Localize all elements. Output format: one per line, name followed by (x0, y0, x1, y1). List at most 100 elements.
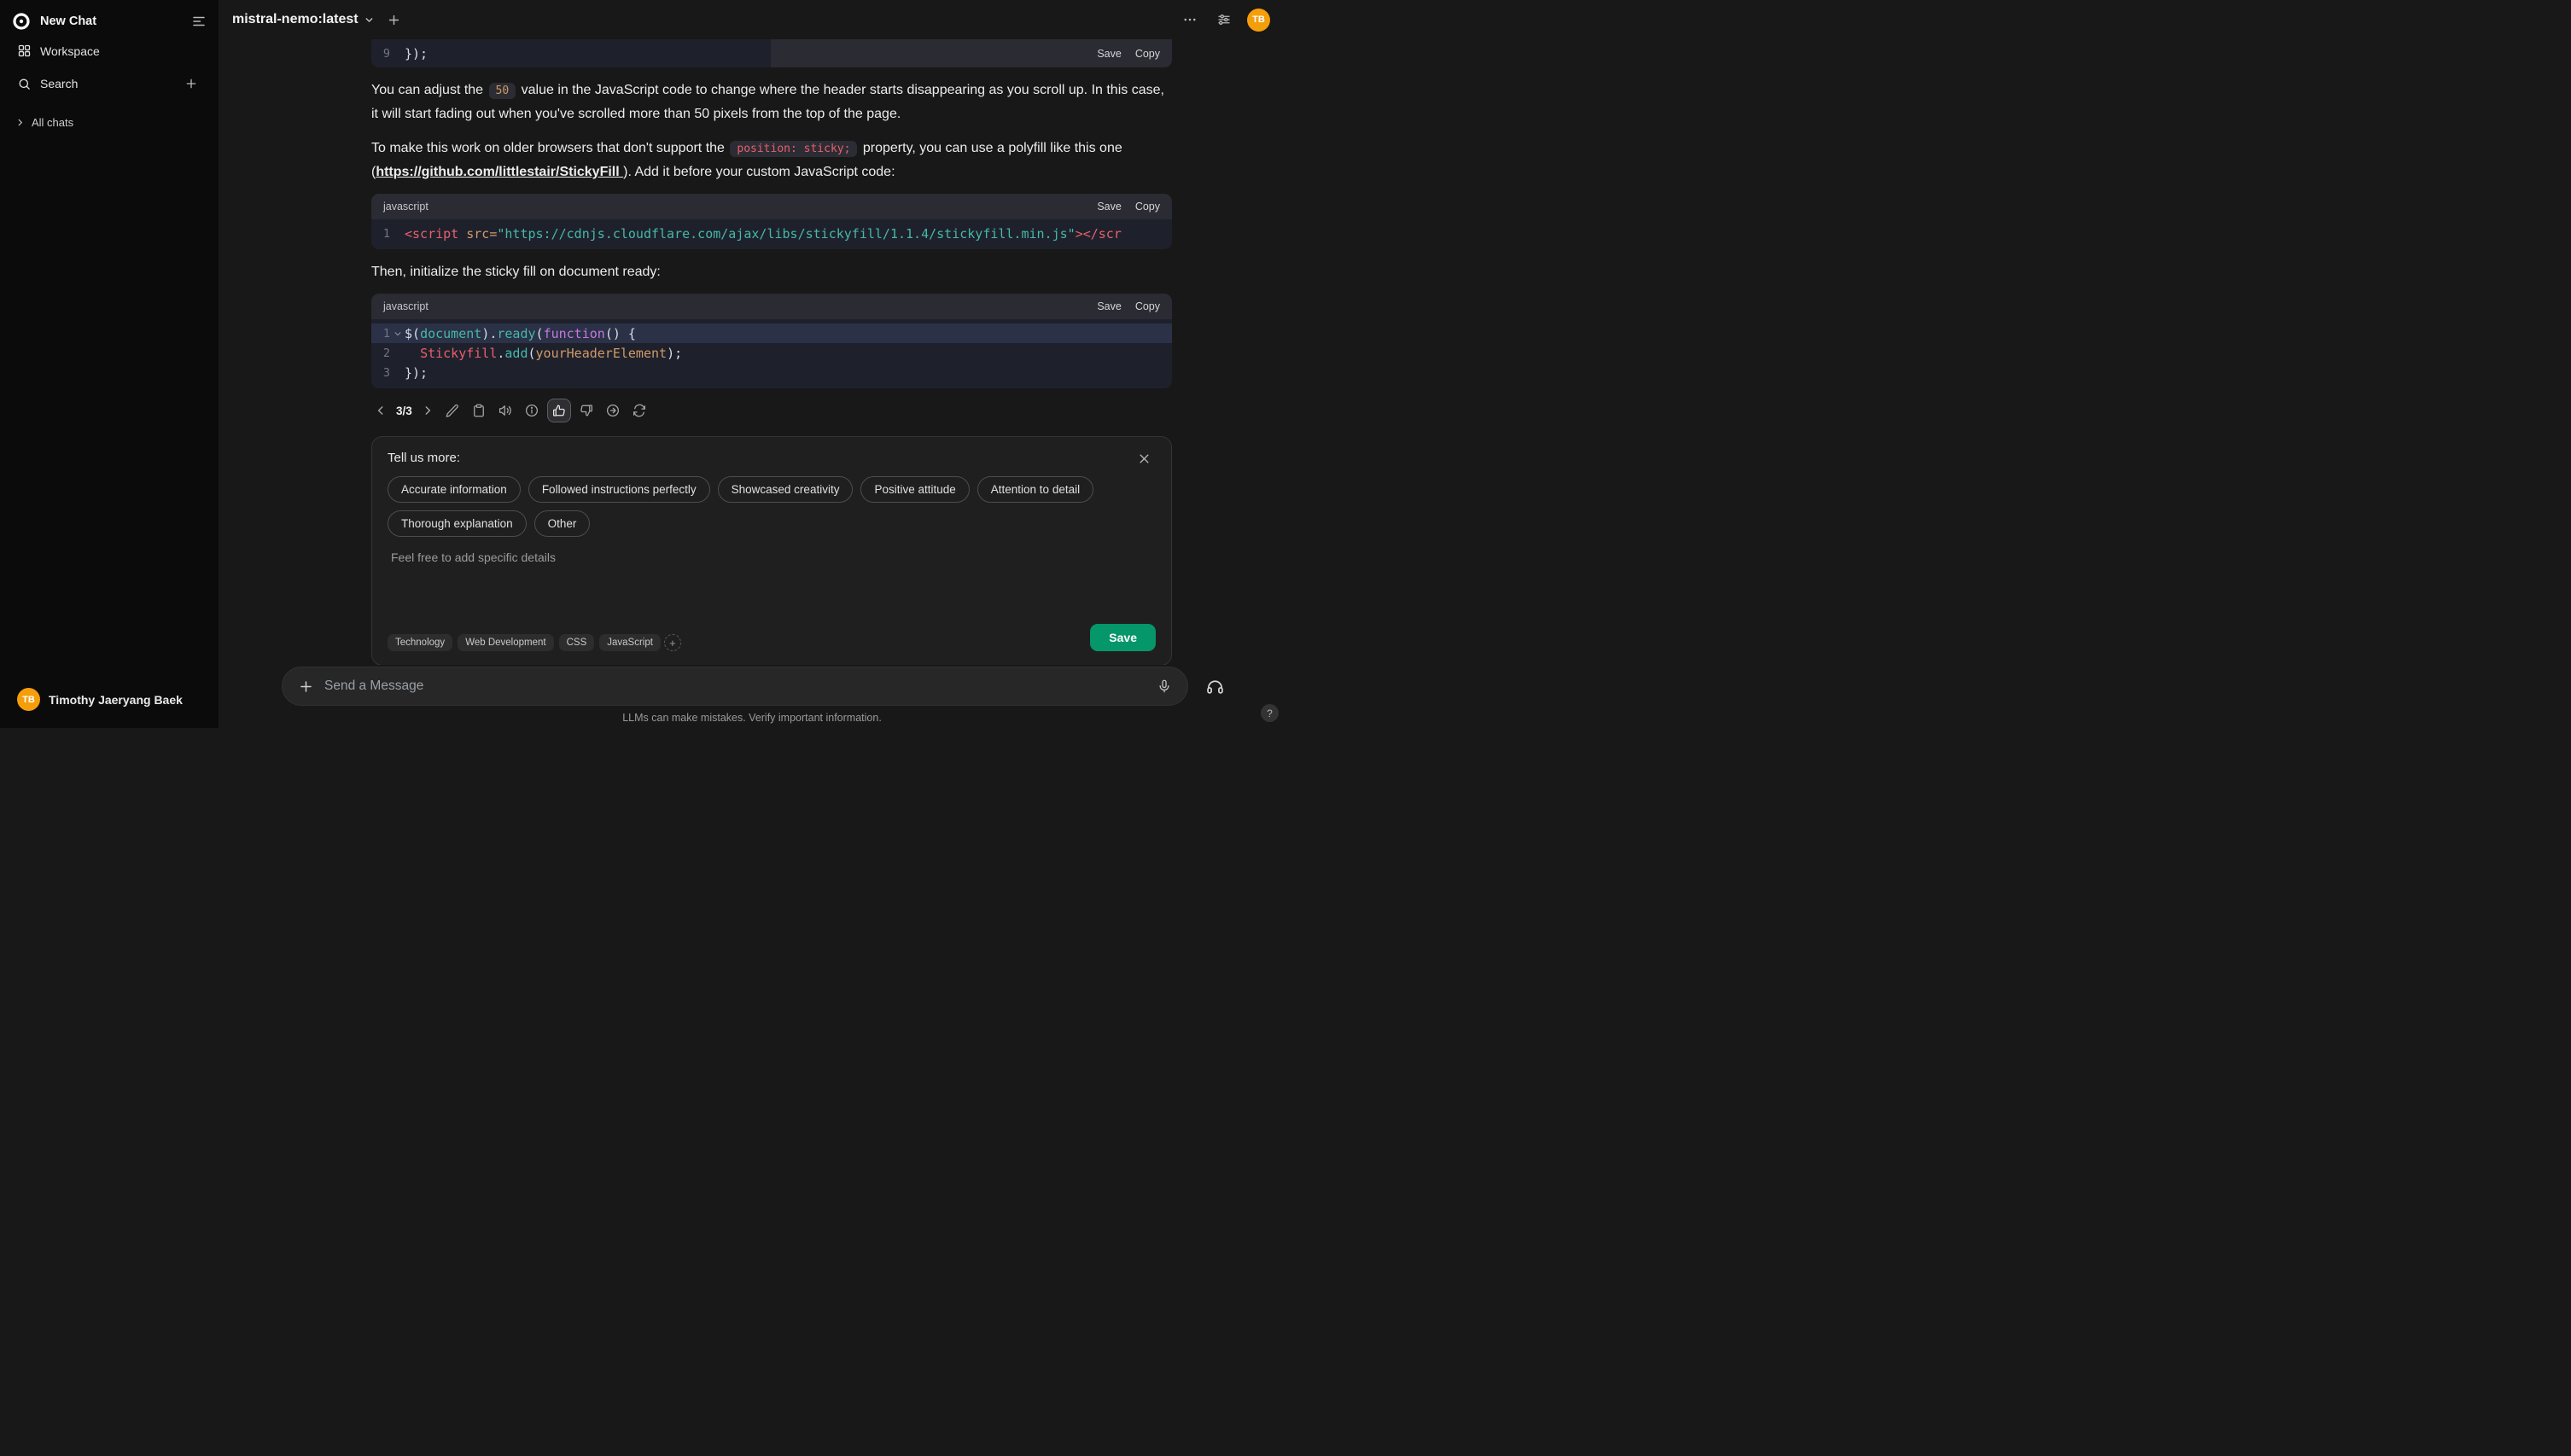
sidebar-item-search[interactable]: Search (7, 67, 212, 101)
user-avatar: TB (17, 688, 40, 711)
inline-code: position: sticky; (730, 141, 858, 157)
close-icon[interactable] (1134, 449, 1154, 469)
message-input[interactable] (324, 678, 1153, 694)
tag-chip[interactable]: Technology (388, 634, 453, 651)
feedback-card: Tell us more: Accurate information Follow… (371, 436, 1172, 665)
message-text: ). Add it before your custom JavaScript … (623, 165, 895, 179)
attach-plus-icon[interactable] (294, 675, 318, 698)
line-number: 1 (382, 226, 390, 241)
continue-arrow-circle-icon[interactable] (602, 399, 624, 422)
code-copy-button[interactable]: Copy (1135, 300, 1160, 312)
feedback-reason-pill[interactable]: Thorough explanation (388, 510, 527, 537)
line-number: 3 (382, 365, 390, 380)
workspace-label: Workspace (40, 44, 100, 58)
tag-chip[interactable]: JavaScript (599, 634, 661, 651)
thumbs-up-icon[interactable] (546, 399, 571, 422)
copy-clipboard-icon[interactable] (468, 399, 490, 422)
code-lines: 1 <script src="https://cdnjs.cloudflare.c… (371, 219, 1172, 249)
new-chat-button[interactable]: New Chat (10, 11, 188, 32)
code-text: $(document).ready(function() { (405, 325, 636, 341)
code-save-button[interactable]: Save (1097, 300, 1122, 312)
feedback-tags: Technology Web Development CSS JavaScript (388, 634, 661, 651)
new-chat-label: New Chat (40, 15, 97, 28)
add-tag-plus-icon[interactable]: + (663, 634, 681, 651)
header-avatar[interactable]: TB (1247, 8, 1270, 32)
code-lines: 9}); (371, 39, 771, 67)
feedback-title: Tell us more: (388, 451, 461, 465)
thumbs-down-icon[interactable] (575, 399, 598, 422)
topbar-right: TB (1179, 8, 1270, 32)
code-language-label: javascript (383, 300, 428, 312)
feedback-reason-pill[interactable]: Positive attitude (860, 476, 970, 503)
model-name: mistral-nemo:latest (232, 12, 359, 26)
prev-response-chevron-left-icon[interactable] (371, 401, 390, 420)
app-logo-icon (10, 11, 32, 32)
feedback-reason-pill[interactable]: Showcased creativity (717, 476, 854, 503)
code-header: javascript Save Copy (371, 294, 1172, 319)
code-text: Stickyfill.add(yourHeaderElement); (420, 345, 683, 361)
message-paragraph: To make this work on older browsers that… (371, 137, 1172, 183)
next-response-chevron-right-icon[interactable] (418, 401, 437, 420)
edit-pencil-icon[interactable] (441, 399, 463, 422)
more-options-ellipsis-icon[interactable] (1179, 9, 1201, 31)
model-selector[interactable]: mistral-nemo:latest (232, 12, 375, 27)
user-menu[interactable]: TB Timothy Jaeryang Baek (5, 679, 213, 719)
code-block-partial: 9}); Save Copy (371, 39, 1172, 67)
tag-chip[interactable]: CSS (558, 634, 595, 651)
disclaimer-text: LLMs can make mistakes. Verify important… (622, 712, 882, 724)
chevron-down-icon (364, 15, 375, 26)
inline-code: 50 (488, 83, 516, 99)
message-text: You can adjust the (371, 83, 487, 97)
code-line: 3}); (371, 363, 1172, 382)
info-icon[interactable] (521, 399, 543, 422)
code-block: javascript Save Copy 1 $(document).ready(… (371, 294, 1172, 388)
message-paragraph: You can adjust the 50 value in the JavaS… (371, 79, 1172, 125)
microphone-icon[interactable] (1153, 675, 1175, 697)
feedback-reason-pill[interactable]: Attention to detail (977, 476, 1094, 503)
sidebar-item-all-chats[interactable]: All chats (0, 108, 219, 137)
feedback-reason-pill[interactable]: Accurate information (388, 476, 521, 503)
code-save-button[interactable]: Save (1097, 48, 1122, 60)
code-copy-button[interactable]: Copy (1135, 201, 1160, 213)
fold-chevron-icon[interactable] (390, 329, 405, 338)
tag-chip[interactable]: Web Development (458, 634, 554, 651)
user-name: Timothy Jaeryang Baek (49, 692, 183, 707)
help-button[interactable]: ? (1261, 704, 1279, 722)
chat-scroll-area[interactable]: 9}); Save Copy You can adjust the 50 val… (219, 39, 1286, 665)
new-chat-plus-button[interactable] (383, 9, 405, 31)
line-number: 1 (382, 326, 390, 341)
response-pager: 3/3 (396, 404, 412, 417)
message-composer (282, 667, 1188, 706)
message-text: To make this work on older browsers that… (371, 141, 729, 155)
topbar: mistral-nemo:latest TB (219, 0, 1286, 39)
code-save-button[interactable]: Save (1097, 201, 1122, 213)
regenerate-refresh-icon[interactable] (628, 399, 650, 422)
workspace-grid-icon (17, 44, 32, 58)
assistant-message: 9}); Save Copy You can adjust the 50 val… (371, 39, 1172, 665)
code-language-label: javascript (383, 201, 428, 213)
sidebar-item-workspace[interactable]: Workspace (7, 37, 212, 65)
sidebar-new-chat-plus-icon[interactable] (181, 73, 201, 94)
code-copy-button[interactable]: Copy (1135, 48, 1160, 60)
code-block: javascript Save Copy 1 <script src="https… (371, 194, 1172, 249)
headphones-call-icon[interactable] (1202, 673, 1228, 700)
code-header: javascript Save Copy (371, 194, 1172, 219)
line-number: 2 (382, 346, 390, 360)
code-line: 9}); (371, 39, 771, 67)
message-link[interactable]: https://github.com/littlestair/StickyFil… (376, 165, 623, 179)
code-text: }); (405, 45, 428, 61)
line-number: 9 (382, 46, 390, 61)
feedback-comment-input[interactable] (388, 547, 1156, 619)
read-aloud-speaker-icon[interactable] (494, 399, 516, 422)
sidebar: New Chat Workspace Search All chats TB T… (0, 0, 219, 728)
feedback-reason-pill[interactable]: Other (533, 510, 591, 537)
feedback-save-button[interactable]: Save (1090, 624, 1156, 651)
feedback-reason-pill[interactable]: Followed instructions perfectly (528, 476, 710, 503)
search-label: Search (40, 77, 79, 90)
code-text: }); (405, 364, 428, 381)
controls-sliders-icon[interactable] (1213, 9, 1235, 31)
sidebar-header: New Chat (0, 7, 219, 36)
code-lines: 1 $(document).ready(function() { 2 Stickyf… (371, 319, 1172, 388)
sidebar-toggle-icon[interactable] (188, 10, 210, 32)
chevron-right-icon (15, 118, 25, 127)
